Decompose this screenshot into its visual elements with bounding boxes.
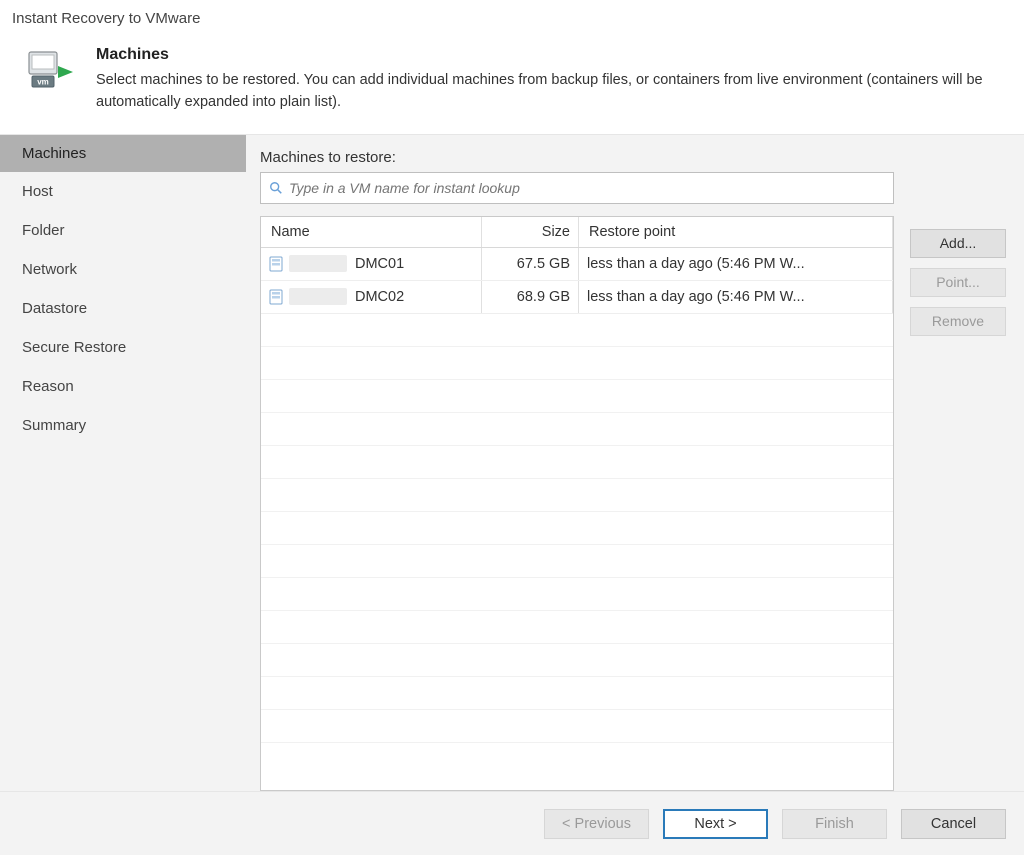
machines-to-restore-label: Machines to restore: <box>260 149 894 166</box>
table-row[interactable]: DMC01 67.5 GB less than a day ago (5:46 … <box>261 248 893 281</box>
table-row-empty <box>261 314 893 347</box>
point-button[interactable]: Point... <box>910 268 1006 297</box>
vm-icon <box>269 256 283 272</box>
sidebar-item-folder[interactable]: Folder <box>0 211 246 250</box>
cell-divider <box>892 248 893 280</box>
cell-restore-point: less than a day ago (5:46 PM W... <box>579 289 892 305</box>
table-row-empty <box>261 578 893 611</box>
vm-name: DMC02 <box>355 289 404 305</box>
cell-name: DMC01 <box>261 255 481 272</box>
table-row-empty <box>261 677 893 710</box>
svg-text:vm: vm <box>37 78 49 87</box>
column-header-point-label: Restore point <box>589 224 675 240</box>
add-button[interactable]: Add... <box>910 229 1006 258</box>
next-button[interactable]: Next > <box>663 809 768 839</box>
header-description: Select machines to be restored. You can … <box>96 70 1006 114</box>
main-content: Machines to restore: Name Size <box>260 149 894 792</box>
sidebar-item-label: Host <box>22 183 53 200</box>
column-divider[interactable] <box>892 217 893 247</box>
sidebar-item-datastore[interactable]: Datastore <box>0 289 246 328</box>
table-body: DMC01 67.5 GB less than a day ago (5:46 … <box>261 248 893 791</box>
cell-divider <box>892 281 893 313</box>
window-title: Instant Recovery to VMware <box>12 10 200 27</box>
wizard-window: Instant Recovery to VMware vm Machines S… <box>0 0 1024 855</box>
wizard-header: vm Machines Select machines to be restor… <box>0 36 1024 134</box>
sidebar-item-secure-restore[interactable]: Secure Restore <box>0 328 246 367</box>
redacted-prefix <box>289 255 347 272</box>
machines-table: Name Size Restore point <box>260 216 894 792</box>
cell-name: DMC02 <box>261 288 481 305</box>
cell-size: 67.5 GB <box>482 256 578 272</box>
search-box[interactable] <box>260 172 894 204</box>
sidebar-item-summary[interactable]: Summary <box>0 406 246 445</box>
table-row-empty <box>261 611 893 644</box>
vm-name: DMC01 <box>355 256 404 272</box>
table-row-empty <box>261 446 893 479</box>
cell-size: 68.9 GB <box>482 289 578 305</box>
table-row-empty <box>261 380 893 413</box>
table-row-empty <box>261 644 893 677</box>
wizard-footer: < Previous Next > Finish Cancel <box>0 791 1024 855</box>
finish-button[interactable]: Finish <box>782 809 887 839</box>
previous-button[interactable]: < Previous <box>544 809 649 839</box>
close-button[interactable] <box>998 4 1014 30</box>
sidebar-item-label: Summary <box>22 417 86 434</box>
table-row-empty <box>261 545 893 578</box>
remove-button[interactable]: Remove <box>910 307 1006 336</box>
wizard-body: Machines Host Folder Network Datastore S… <box>0 134 1024 792</box>
sidebar-item-reason[interactable]: Reason <box>0 367 246 406</box>
side-buttons: Add... Point... Remove <box>910 149 1006 792</box>
redacted-prefix <box>289 288 347 305</box>
cancel-button[interactable]: Cancel <box>901 809 1006 839</box>
column-header-size[interactable]: Size <box>482 224 578 240</box>
header-title: Machines <box>96 46 1006 64</box>
sidebar-item-label: Folder <box>22 222 65 239</box>
table-row-empty <box>261 710 893 743</box>
table-row-empty <box>261 413 893 446</box>
vm-icon <box>269 289 283 305</box>
vm-recovery-icon: vm <box>28 50 74 94</box>
cell-restore-point: less than a day ago (5:46 PM W... <box>579 256 892 272</box>
sidebar-item-label: Reason <box>22 378 74 395</box>
sidebar-item-label: Network <box>22 261 77 278</box>
sidebar-item-label: Machines <box>22 145 86 162</box>
sidebar-item-label: Secure Restore <box>22 339 126 356</box>
search-icon <box>269 181 283 195</box>
sidebar-item-network[interactable]: Network <box>0 250 246 289</box>
table-row-empty <box>261 512 893 545</box>
table-row-empty <box>261 347 893 380</box>
sidebar-item-machines[interactable]: Machines <box>0 135 246 172</box>
column-header-name[interactable]: Name <box>261 224 481 240</box>
table-row[interactable]: DMC02 68.9 GB less than a day ago (5:46 … <box>261 281 893 314</box>
column-header-restore-point[interactable]: Restore point <box>579 224 892 240</box>
main-panel: Machines to restore: Name Size <box>246 135 1024 792</box>
column-header-name-label: Name <box>271 224 310 240</box>
header-text: Machines Select machines to be restored.… <box>96 46 1006 114</box>
table-header: Name Size Restore point <box>261 217 893 248</box>
wizard-steps-sidebar: Machines Host Folder Network Datastore S… <box>0 135 246 792</box>
column-header-size-label: Size <box>542 224 570 240</box>
table-row-empty <box>261 479 893 512</box>
sidebar-item-host[interactable]: Host <box>0 172 246 211</box>
titlebar: Instant Recovery to VMware <box>0 0 1024 36</box>
sidebar-item-label: Datastore <box>22 300 87 317</box>
search-input[interactable] <box>289 180 885 196</box>
